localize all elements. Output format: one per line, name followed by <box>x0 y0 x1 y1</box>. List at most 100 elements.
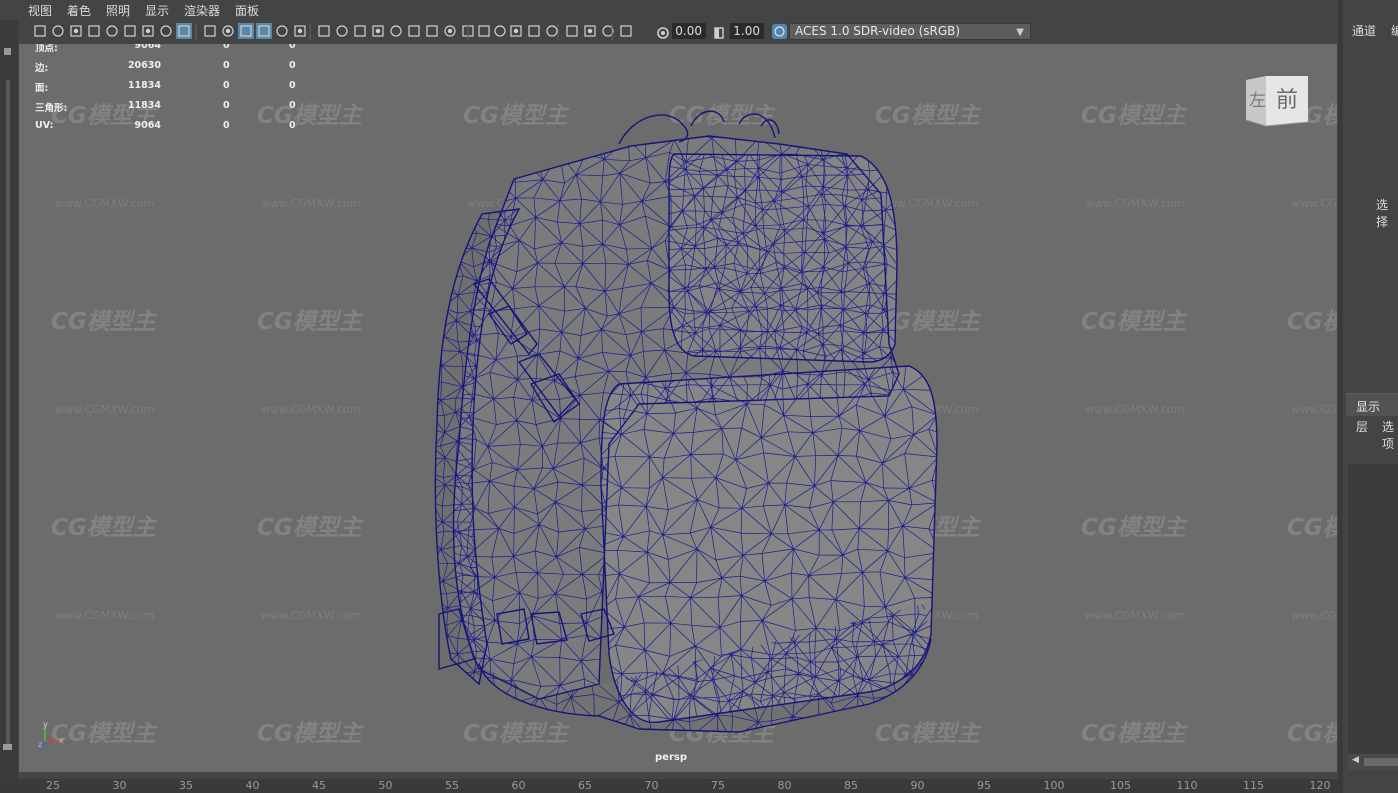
grid-icon[interactable] <box>106 25 118 37</box>
scroll-thumb[interactable] <box>1364 758 1398 766</box>
menu-view[interactable]: 视图 <box>28 2 52 19</box>
ruler-tick-label: 40 <box>245 779 260 792</box>
xray-icon[interactable] <box>372 25 384 37</box>
layer-scrollbar[interactable]: ◀ <box>1348 754 1398 770</box>
gamma-icon[interactable] <box>712 25 726 39</box>
hud-value: 0 <box>289 100 296 111</box>
camera-attributes-icon[interactable] <box>478 25 490 37</box>
menu-options[interactable]: 选项 <box>1382 418 1398 452</box>
menu-show[interactable]: 显示 <box>145 2 169 19</box>
hud-value: 20630 <box>127 60 161 71</box>
time-slider-ruler[interactable]: 25 30 35 40 45 50 55 60 65 70 75 80 85 90 95 100 105 110 1… <box>0 779 1338 793</box>
smooth-shade-icon[interactable] <box>204 25 216 37</box>
hud-row-edges: 边: 20630 0 0 <box>35 60 305 80</box>
view-cube[interactable]: 左 前 <box>1246 74 1310 128</box>
left-tool-strip <box>0 20 18 780</box>
exposure-icon[interactable] <box>408 25 420 37</box>
tab-display[interactable]: 显示 <box>1346 393 1398 416</box>
poly-count-hud: 顶点: 9064 0 0 边: 20630 0 0 面: 11834 0 0 三… <box>35 44 305 140</box>
motion-blur-icon[interactable] <box>318 25 330 37</box>
camera-select-icon[interactable] <box>34 25 46 37</box>
hud-label: 面: <box>35 83 49 94</box>
ruler-tick-label: 80 <box>777 779 792 792</box>
ruler-tick-label: 70 <box>644 779 659 792</box>
hud-row-faces: 面: 11834 0 0 <box>35 80 305 100</box>
bookmark-icon[interactable] <box>494 25 506 37</box>
hud-value: 0 <box>223 44 230 51</box>
arrow-down-icon[interactable] <box>3 744 12 750</box>
hud-value: 0 <box>223 60 230 71</box>
hud-label: 顶点: <box>35 44 58 54</box>
view-cube-left-face[interactable]: 左 <box>1249 86 1266 111</box>
xray-joints-icon[interactable] <box>390 25 402 37</box>
film-gate-icon[interactable] <box>124 25 136 37</box>
gamma-field[interactable]: 1.00 <box>730 23 764 39</box>
panel-splitter[interactable] <box>1338 0 1343 793</box>
safe-area-icon[interactable] <box>160 25 172 37</box>
backpack-model[interactable] <box>19 44 1337 772</box>
default-material-icon[interactable] <box>222 25 234 37</box>
shadows-icon[interactable] <box>276 25 288 37</box>
color-space-dropdown[interactable]: ACES 1.0 SDR-video (sRGB) ▼ <box>789 23 1031 40</box>
panel-toolbar: 0.00 1.00 ACES 1.0 SDR-video (sRGB) ▼ <box>18 20 1338 44</box>
hud-value: 0 <box>223 120 230 131</box>
ruler-tick-label: 115 <box>1243 779 1264 792</box>
safe-area-icon[interactable] <box>584 25 596 37</box>
resolution-gate-icon[interactable] <box>142 25 154 37</box>
viewport-3d[interactable]: CG模型主 www.CGMXW.com CG模型主 www.CGMXW.com CG模型… <box>19 44 1337 772</box>
ruler-tick-label: 75 <box>711 779 725 792</box>
axis-z-label: z <box>38 740 43 749</box>
hud-value: 11834 <box>127 100 161 111</box>
menu-renderer[interactable]: 渲染器 <box>184 2 220 19</box>
textured-icon[interactable] <box>238 23 254 39</box>
ruler-tick-label: 50 <box>378 779 393 792</box>
bookmark-icon[interactable] <box>70 25 82 37</box>
layer-list[interactable] <box>1348 464 1398 754</box>
hud-value: 0 <box>223 80 230 91</box>
tab-edit[interactable]: 编 <box>1391 22 1398 39</box>
menu-layers[interactable]: 层 <box>1356 418 1368 435</box>
arrow-up-icon[interactable] <box>4 48 11 55</box>
scrollbar[interactable] <box>6 80 10 750</box>
camera-attributes-icon[interactable] <box>52 25 64 37</box>
hud-label: 三角形: <box>35 103 68 114</box>
image-plane-icon[interactable] <box>510 25 522 37</box>
ruler-tick-label: 100 <box>1043 779 1065 792</box>
smooth-shade-icon[interactable] <box>620 25 632 37</box>
hud-value: 0 <box>289 80 296 91</box>
grid-icon[interactable] <box>528 25 540 37</box>
chevron-down-icon: ▼ <box>1016 27 1024 38</box>
hud-value: 11834 <box>127 80 161 91</box>
scroll-left-icon[interactable]: ◀ <box>1352 755 1359 765</box>
hud-value: 0 <box>289 120 296 131</box>
axis-y-label: y <box>43 720 48 729</box>
ruler-tick-label: 120 <box>1309 779 1331 792</box>
ruler-tick-label: 65 <box>578 779 592 792</box>
anti-aliasing-icon[interactable] <box>336 25 348 37</box>
select-label[interactable]: 选择 <box>1376 196 1398 230</box>
ruler-tick-label: 30 <box>112 779 127 792</box>
ruler-tick-label: 55 <box>445 779 459 792</box>
tab-channels[interactable]: 通道 <box>1352 22 1376 39</box>
menu-lighting[interactable]: 照明 <box>106 2 130 19</box>
tab-display-label: 显示 <box>1356 400 1381 414</box>
menu-shading[interactable]: 着色 <box>67 2 91 19</box>
use-all-lights-icon[interactable] <box>256 23 272 39</box>
isolate-select-icon[interactable] <box>354 25 366 37</box>
film-gate-icon[interactable] <box>546 25 558 37</box>
color-management-icon[interactable] <box>772 24 787 39</box>
resolution-gate-icon[interactable] <box>566 25 578 37</box>
gamma-icon[interactable] <box>426 25 438 37</box>
exposure-icon[interactable] <box>656 25 670 39</box>
ruler-tick-label: 60 <box>511 779 526 792</box>
ambient-occlusion-icon[interactable] <box>294 25 306 37</box>
menu-panels[interactable]: 面板 <box>235 2 259 19</box>
right-side-panel: 通道 编 选择 显示 层 选项 ◀ <box>1338 0 1398 793</box>
wireframe-icon[interactable] <box>176 23 192 39</box>
ruler-tick-label: 35 <box>179 779 193 792</box>
image-plane-icon[interactable] <box>88 25 100 37</box>
camera-name-label: persp <box>655 752 687 763</box>
exposure-field[interactable]: 0.00 <box>672 23 706 39</box>
color-management-icon[interactable] <box>444 25 456 37</box>
view-cube-front-face[interactable]: 前 <box>1276 82 1298 114</box>
